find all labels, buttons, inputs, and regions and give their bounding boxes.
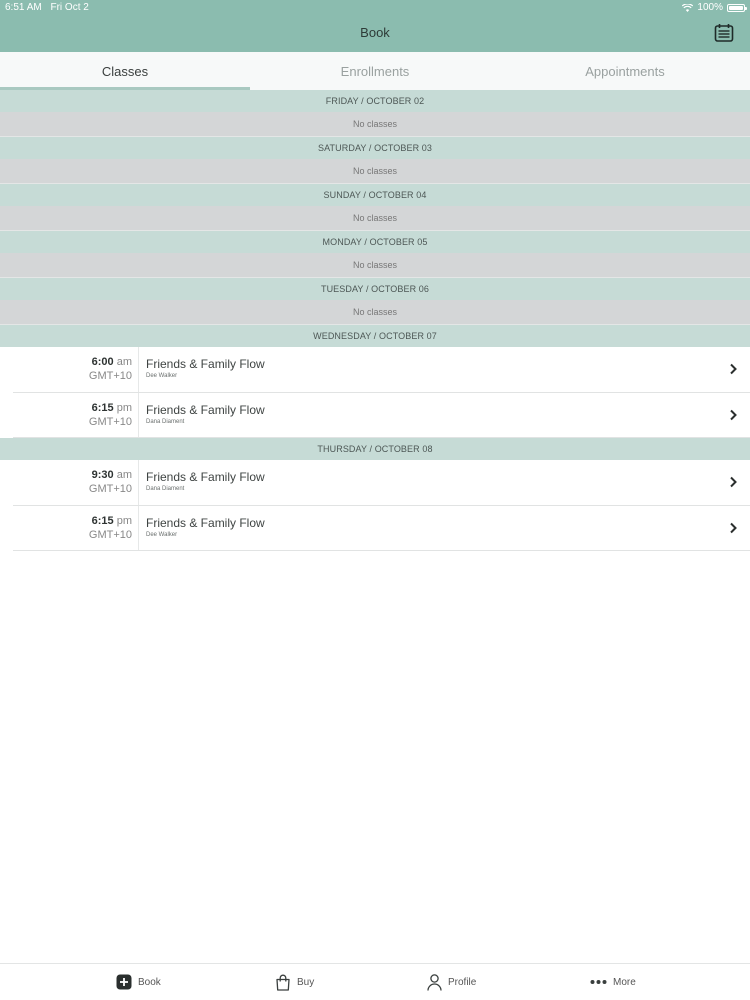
class-timezone: GMT+10 xyxy=(88,415,132,428)
tabbar-more[interactable]: More xyxy=(590,974,636,990)
class-start-time: 6:15 xyxy=(91,401,114,414)
tab-classes[interactable]: Classes xyxy=(0,52,250,90)
plus-square-icon xyxy=(116,974,132,990)
class-start-time: 6:15 xyxy=(91,514,114,527)
class-instructor: Dee Walker xyxy=(146,373,178,379)
class-ampm: pm xyxy=(116,401,132,414)
class-ampm: am xyxy=(116,356,132,368)
class-time: 6:00 am GMT+10 xyxy=(0,347,139,393)
class-time: 6:15 pm GMT+10 xyxy=(0,505,139,551)
status-date: Fri Oct 2 xyxy=(50,2,89,13)
class-row[interactable]: 6:15 pm GMT+10 Friends & Family Flow Dan… xyxy=(0,392,750,438)
day-header: SUNDAY / OCTOBER 04 xyxy=(0,184,750,206)
segment-tabs: Classes Enrollments Appointments xyxy=(0,52,750,90)
bottom-tab-bar: Book Buy Profile More xyxy=(0,963,750,1000)
class-ampm: pm xyxy=(116,514,132,527)
class-name: Friends & Family Flow xyxy=(146,357,265,371)
battery-icon xyxy=(727,3,747,12)
class-name: Friends & Family Flow xyxy=(146,470,265,484)
no-classes-row: No classes xyxy=(0,112,750,137)
class-time: 6:15 pm GMT+10 xyxy=(0,392,139,438)
tab-appointments[interactable]: Appointments xyxy=(500,52,750,90)
chevron-right-icon xyxy=(730,363,737,375)
class-row[interactable]: 9:30 am GMT+10 Friends & Family Flow Dan… xyxy=(0,460,750,506)
class-timezone: GMT+10 xyxy=(88,528,132,541)
class-row[interactable]: 6:15 pm GMT+10 Friends & Family Flow Dee… xyxy=(0,505,750,551)
no-classes-row: No classes xyxy=(0,253,750,278)
status-time: 6:51 AM xyxy=(5,2,42,13)
page-title: Book xyxy=(360,25,390,40)
tabbar-book-label: Book xyxy=(138,976,161,988)
class-ampm: am xyxy=(116,469,132,481)
wifi-icon xyxy=(682,3,694,12)
day-header: TUESDAY / OCTOBER 06 xyxy=(0,278,750,300)
app-header: 6:51 AM Fri Oct 2 100% Book xyxy=(0,0,750,52)
day-header: MONDAY / OCTOBER 05 xyxy=(0,231,750,253)
no-classes-row: No classes xyxy=(0,300,750,325)
tabbar-profile[interactable]: Profile xyxy=(427,974,476,991)
class-timezone: GMT+10 xyxy=(88,370,132,382)
chevron-right-icon xyxy=(730,522,737,533)
class-instructor: Dana Diament xyxy=(146,418,185,425)
class-start-time: 6:00 xyxy=(91,356,114,368)
tabbar-buy[interactable]: Buy xyxy=(275,974,314,991)
day-header: WEDNESDAY / OCTOBER 07 xyxy=(0,325,750,347)
day-header: SATURDAY / OCTOBER 03 xyxy=(0,137,750,159)
day-header: THURSDAY / OCTOBER 08 xyxy=(0,438,750,460)
shopping-bag-icon xyxy=(276,974,290,991)
class-time: 9:30 am GMT+10 xyxy=(0,460,139,506)
day-header: FRIDAY / OCTOBER 02 xyxy=(0,90,750,112)
class-start-time: 9:30 xyxy=(91,469,114,481)
tabbar-more-label: More xyxy=(613,976,636,988)
class-name: Friends & Family Flow xyxy=(146,515,265,530)
tabbar-book[interactable]: Book xyxy=(116,974,161,990)
chevron-right-icon xyxy=(730,409,737,420)
class-row[interactable]: 6:00 am GMT+10 Friends & Family Flow Dee… xyxy=(0,347,750,393)
no-classes-row: No classes xyxy=(0,206,750,231)
battery-percent: 100% xyxy=(697,2,723,13)
schedule-list: FRIDAY / OCTOBER 02 No classes SATURDAY … xyxy=(0,90,750,551)
no-classes-row: No classes xyxy=(0,159,750,184)
class-name: Friends & Family Flow xyxy=(146,402,265,417)
more-dots-icon xyxy=(590,980,607,984)
tabbar-buy-label: Buy xyxy=(297,977,315,988)
status-bar: 6:51 AM Fri Oct 2 100% xyxy=(0,0,750,16)
calendar-list-icon[interactable] xyxy=(714,23,734,43)
class-instructor: Dana Diament xyxy=(146,486,185,492)
chevron-right-icon xyxy=(730,476,737,488)
class-instructor: Dee Walker xyxy=(146,531,178,538)
person-icon xyxy=(427,974,442,991)
tabbar-profile-label: Profile xyxy=(448,977,477,988)
class-timezone: GMT+10 xyxy=(88,483,132,495)
tab-enrollments[interactable]: Enrollments xyxy=(250,52,500,90)
